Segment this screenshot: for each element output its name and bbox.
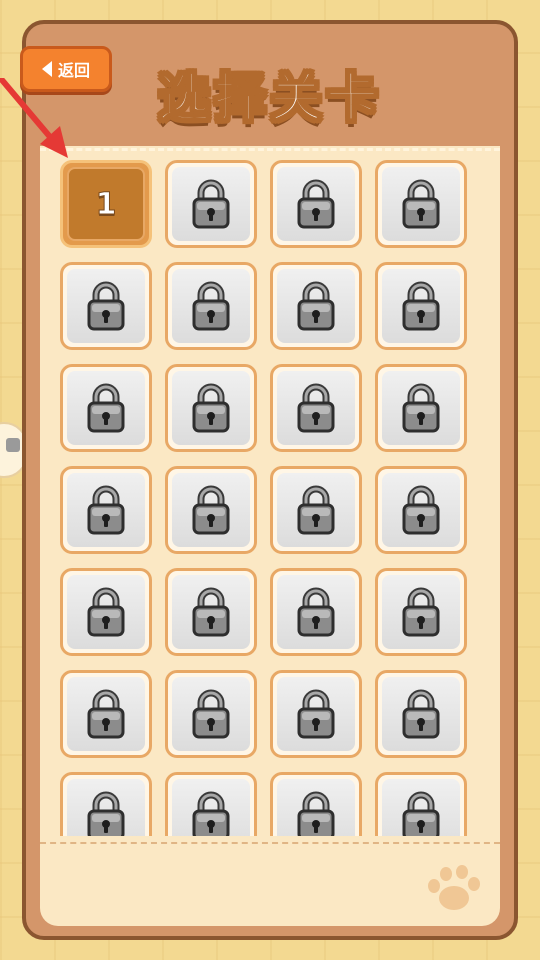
lock-icon <box>191 485 231 535</box>
level-tile-face <box>277 575 355 649</box>
lock-icon <box>86 689 126 739</box>
level-tile-locked[interactable] <box>60 466 152 554</box>
lock-icon <box>401 383 441 433</box>
level-tile-locked[interactable] <box>270 466 362 554</box>
level-tile-face <box>382 269 460 343</box>
level-tile-face <box>67 473 145 547</box>
level-tile-face <box>277 677 355 751</box>
footer-divider <box>40 842 500 844</box>
level-tile-face <box>172 371 250 445</box>
level-tile-face <box>382 677 460 751</box>
level-tile-locked[interactable] <box>165 772 257 836</box>
level-tile-locked[interactable] <box>165 670 257 758</box>
paw-icon <box>428 865 480 910</box>
level-tile-face <box>382 473 460 547</box>
level-tile-locked[interactable] <box>60 262 152 350</box>
lock-icon <box>191 179 231 229</box>
lock-icon <box>191 587 231 637</box>
level-tile-locked[interactable] <box>375 670 467 758</box>
level-tile-locked[interactable] <box>165 262 257 350</box>
level-tile-face <box>277 269 355 343</box>
level-tile-face <box>277 473 355 547</box>
level-tile-locked[interactable] <box>270 364 362 452</box>
lock-icon <box>296 791 336 836</box>
back-arrow-icon <box>41 61 52 77</box>
level-tile-face <box>277 779 355 836</box>
level-tile-locked[interactable] <box>60 364 152 452</box>
level-tile-locked[interactable] <box>375 466 467 554</box>
level-tile-locked[interactable] <box>270 772 362 836</box>
level-tile-1[interactable]: 1 <box>60 160 152 248</box>
level-tile-face <box>172 269 250 343</box>
lock-icon <box>296 587 336 637</box>
level-tile-locked[interactable] <box>270 568 362 656</box>
lock-icon <box>191 281 231 331</box>
lock-icon <box>191 689 231 739</box>
level-tile-locked[interactable] <box>60 772 152 836</box>
page-title: 选择关卡 <box>157 68 382 130</box>
level-tile-locked[interactable] <box>165 568 257 656</box>
lock-icon <box>296 281 336 331</box>
level-tile-locked[interactable] <box>375 262 467 350</box>
lock-icon <box>296 485 336 535</box>
level-tile-face <box>172 575 250 649</box>
level-tile-locked[interactable] <box>60 670 152 758</box>
level-tile-face <box>277 167 355 241</box>
level-grid-viewport[interactable]: 1 <box>60 160 480 836</box>
lock-icon <box>191 383 231 433</box>
level-tile-face <box>67 575 145 649</box>
level-tile-face <box>67 677 145 751</box>
level-tile-face: 1 <box>67 167 145 241</box>
level-tile-locked[interactable] <box>270 670 362 758</box>
level-tile-locked[interactable] <box>375 160 467 248</box>
header-divider <box>40 148 500 151</box>
level-tile-locked[interactable] <box>375 568 467 656</box>
level-tile-face <box>277 371 355 445</box>
lock-icon <box>86 791 126 836</box>
level-tile-face <box>382 371 460 445</box>
level-tile-face <box>172 473 250 547</box>
lock-icon <box>296 689 336 739</box>
level-tile-locked[interactable] <box>270 262 362 350</box>
level-tile-face <box>67 779 145 836</box>
level-tile-locked[interactable] <box>375 364 467 452</box>
level-tile-locked[interactable] <box>165 364 257 452</box>
lock-icon <box>401 587 441 637</box>
level-tile-locked[interactable] <box>270 160 362 248</box>
lock-icon <box>401 485 441 535</box>
lock-icon <box>86 383 126 433</box>
lock-icon <box>86 281 126 331</box>
level-tile-face <box>382 167 460 241</box>
side-button-icon <box>6 438 20 452</box>
lock-icon <box>401 281 441 331</box>
level-tile-locked[interactable] <box>375 772 467 836</box>
level-tile-locked[interactable] <box>165 160 257 248</box>
level-tile-face <box>382 779 460 836</box>
level-tile-face <box>67 269 145 343</box>
lock-icon <box>191 791 231 836</box>
lock-icon <box>296 383 336 433</box>
lock-icon <box>86 587 126 637</box>
tutorial-arrow-icon <box>0 78 68 158</box>
level-tile-face <box>382 575 460 649</box>
level-tile-face <box>67 371 145 445</box>
level-grid: 1 <box>60 160 480 836</box>
level-number: 1 <box>95 186 117 222</box>
lock-icon <box>401 689 441 739</box>
level-tile-locked[interactable] <box>60 568 152 656</box>
lock-icon <box>401 179 441 229</box>
level-tile-locked[interactable] <box>165 466 257 554</box>
level-tile-face <box>172 167 250 241</box>
lock-icon <box>296 179 336 229</box>
lock-icon <box>401 791 441 836</box>
level-tile-face <box>172 779 250 836</box>
lock-icon <box>86 485 126 535</box>
level-tile-face <box>172 677 250 751</box>
